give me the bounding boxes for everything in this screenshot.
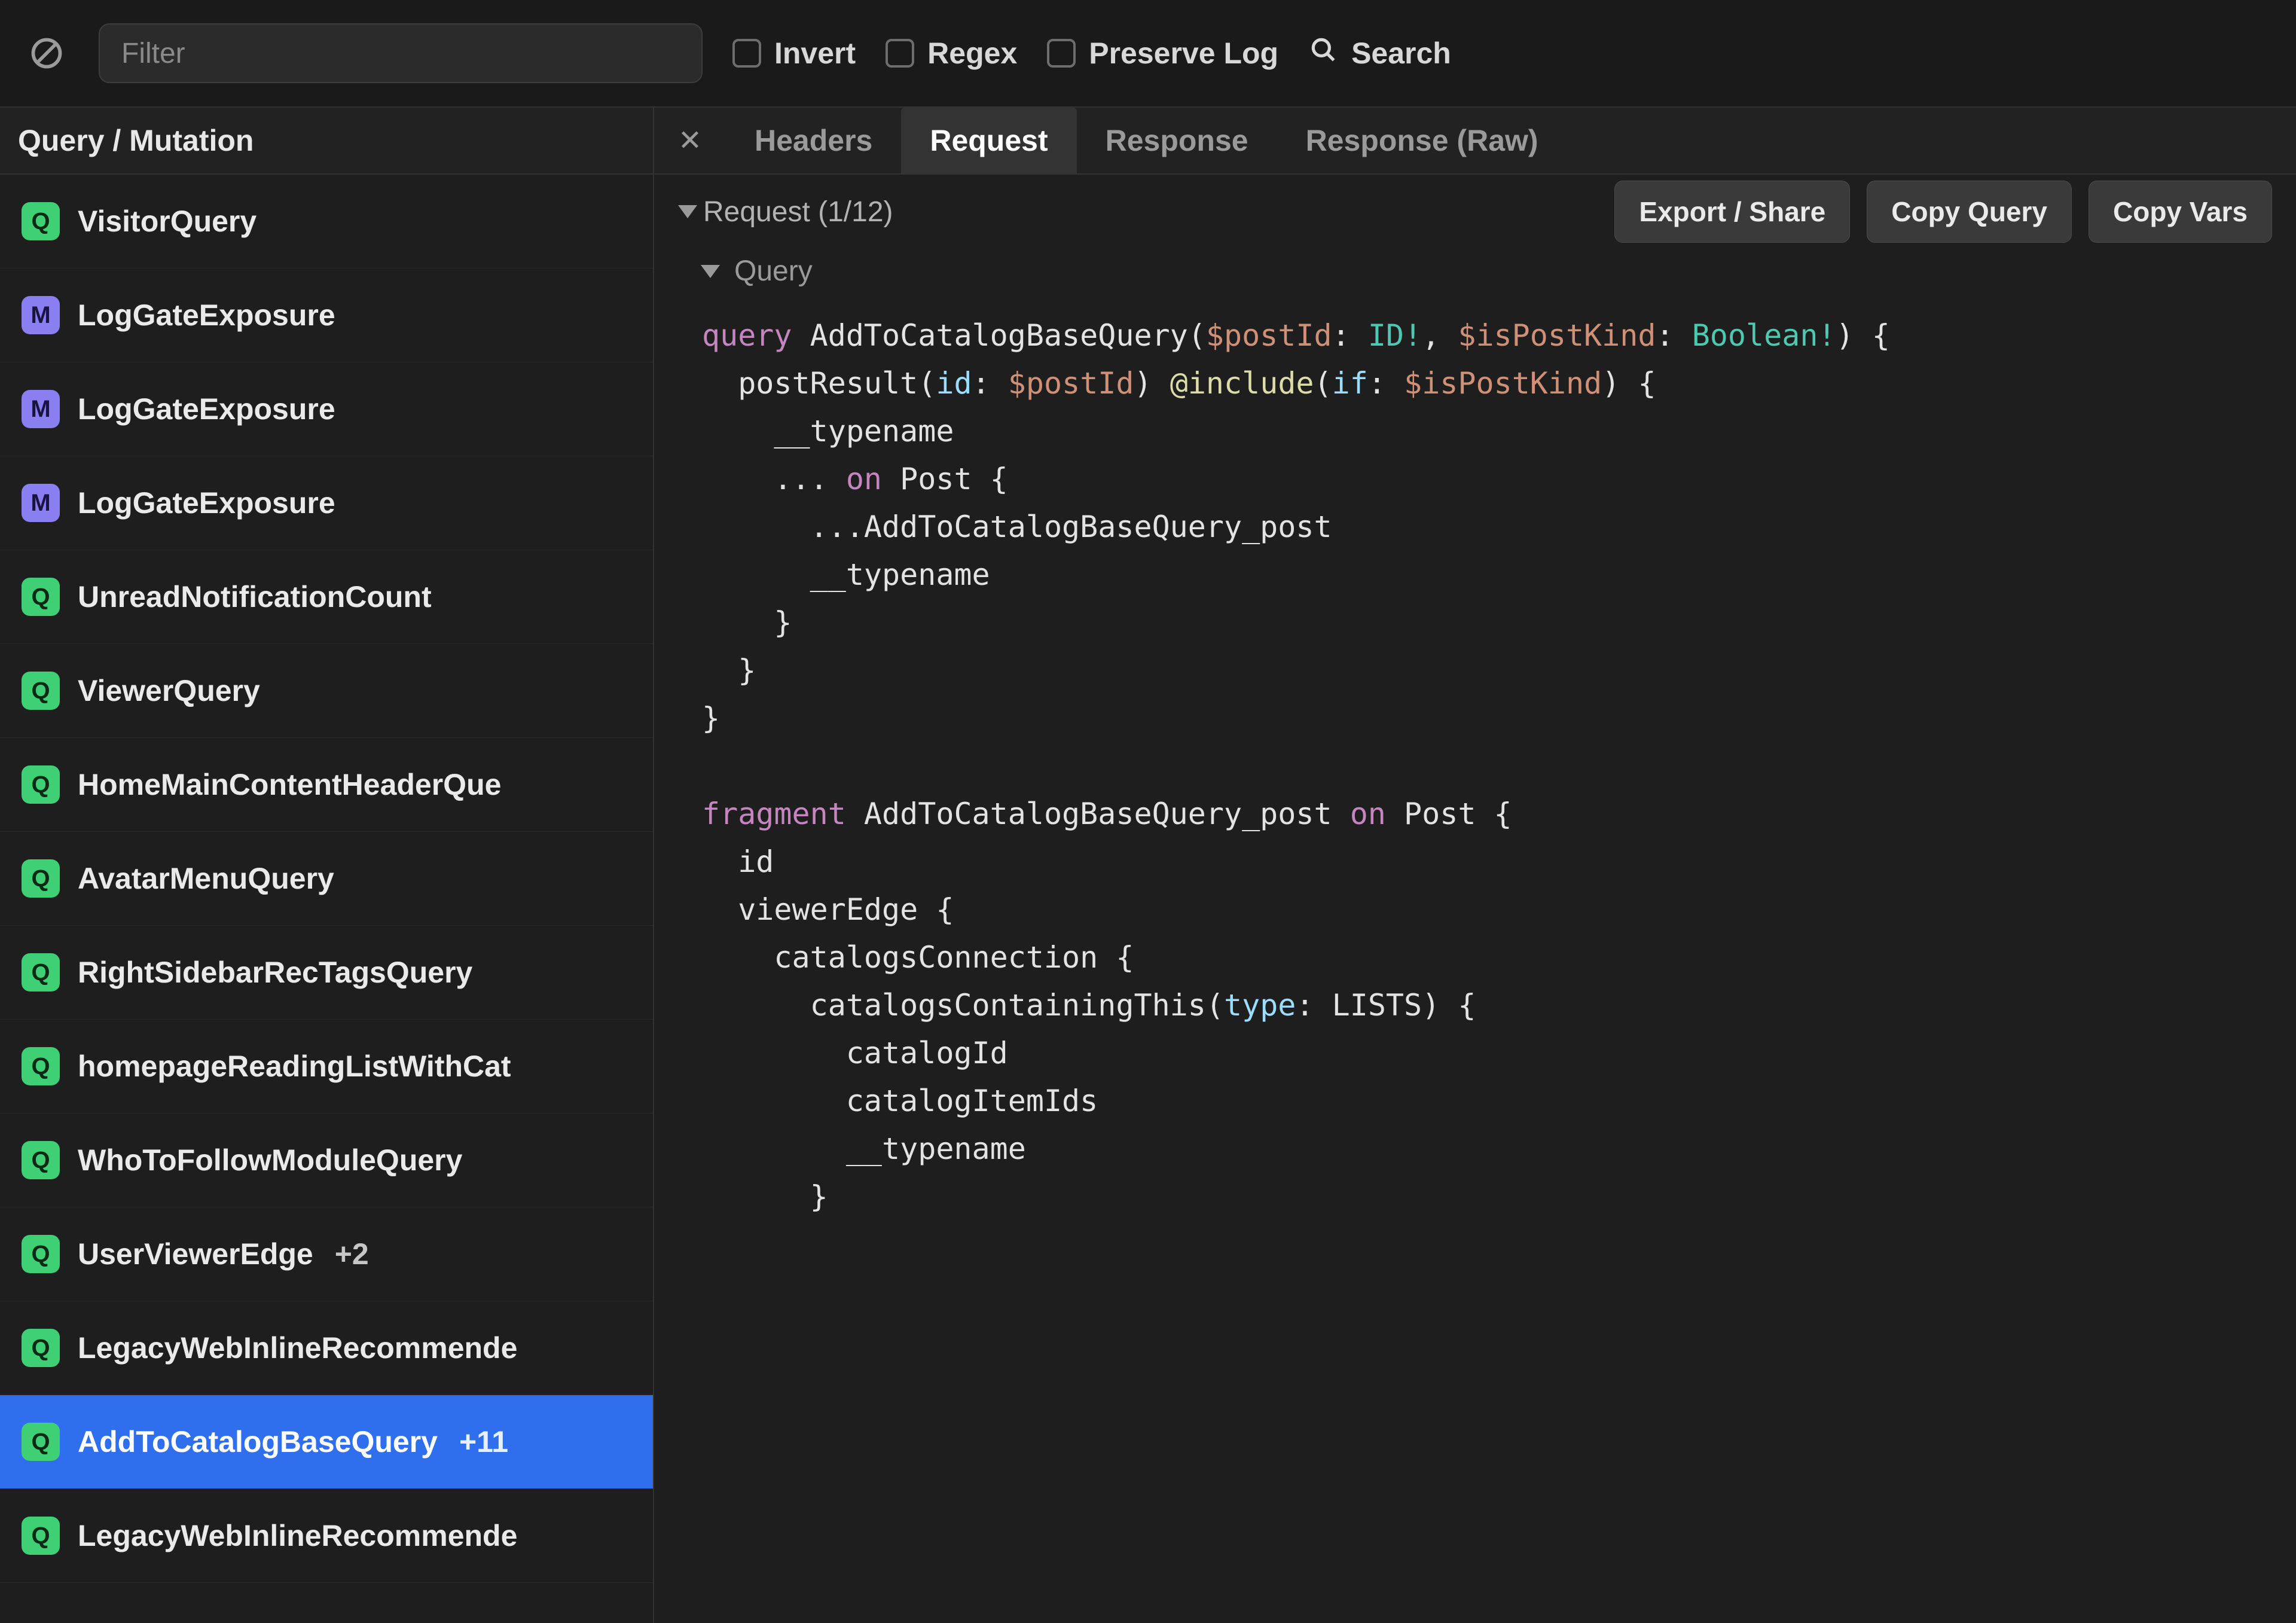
operation-label: LogGateExposure (78, 392, 335, 426)
request-header-bar: Request (1/12) Export / Share Copy Query… (654, 175, 2296, 249)
filter-input-wrapper[interactable] (99, 23, 703, 83)
mutation-badge-icon: M (22, 484, 60, 522)
copy-vars-button[interactable]: Copy Vars (2089, 181, 2272, 243)
operations-sidebar: Query / Mutation Q VisitorQuery M LogGateEx… (0, 108, 654, 1623)
operation-label: ViewerQuery (78, 673, 260, 708)
sidebar-header: Query / Mutation (0, 108, 653, 175)
invert-checkbox[interactable]: Invert (732, 36, 856, 71)
chevron-down-icon (678, 205, 697, 218)
detail-tabs: ✕ Headers Request Response Response (Raw… (654, 108, 2296, 175)
operation-label: WhoToFollowModuleQuery (78, 1143, 462, 1177)
sidebar-title: Query / Mutation (18, 123, 254, 158)
mutation-badge-icon: M (22, 390, 60, 428)
copy-query-button[interactable]: Copy Query (1867, 181, 2072, 243)
clear-icon[interactable] (24, 31, 69, 76)
list-item[interactable]: M LogGateExposure (0, 456, 653, 550)
toolbar: Invert Regex Preserve Log Search (0, 0, 2296, 108)
filter-input[interactable] (121, 37, 680, 70)
regex-checkbox[interactable]: Regex (886, 36, 1017, 71)
list-item[interactable]: Q AddToCatalogBaseQuery +11 (0, 1395, 653, 1489)
preserve-log-label: Preserve Log (1089, 36, 1278, 71)
operation-label: AddToCatalogBaseQuery (78, 1424, 438, 1459)
list-item[interactable]: Q VisitorQuery (0, 175, 653, 269)
checkbox-icon (732, 39, 761, 68)
operation-label: UserViewerEdge (78, 1237, 313, 1271)
operation-label: homepageReadingListWithCat (78, 1049, 511, 1084)
list-item[interactable]: Q LegacyWebInlineRecommende (0, 1489, 653, 1583)
close-icon[interactable]: ✕ (654, 108, 726, 173)
operation-label: UnreadNotificationCount (78, 579, 432, 614)
query-badge-icon: Q (22, 1235, 60, 1273)
tab-request[interactable]: Request (901, 108, 1076, 173)
list-item[interactable]: Q HomeMainContentHeaderQue (0, 738, 653, 832)
operation-label: LogGateExposure (78, 486, 335, 520)
detail-panel: ✕ Headers Request Response Response (Raw… (654, 108, 2296, 1623)
export-share-button[interactable]: Export / Share (1614, 181, 1850, 243)
invert-label: Invert (774, 36, 856, 71)
list-item[interactable]: QhomepageReadingListWithCat (0, 1020, 653, 1113)
query-badge-icon: Q (22, 953, 60, 992)
search-button[interactable]: Search (1308, 35, 1451, 72)
operation-label: AvatarMenuQuery (78, 861, 334, 896)
list-item[interactable]: Q UnreadNotificationCount (0, 550, 653, 644)
tab-headers[interactable]: Headers (726, 108, 901, 173)
query-badge-icon: Q (22, 859, 60, 898)
operation-count-badge: +11 (459, 1424, 508, 1459)
query-badge-icon: Q (22, 765, 60, 804)
operation-label: VisitorQuery (78, 204, 257, 239)
list-item[interactable]: M LogGateExposure (0, 269, 653, 362)
query-badge-icon: Q (22, 578, 60, 616)
operation-label: LogGateExposure (78, 298, 335, 332)
query-badge-icon: Q (22, 1423, 60, 1461)
operation-label: RightSidebarRecTagsQuery (78, 955, 472, 990)
query-badge-icon: Q (22, 202, 60, 240)
operation-count-badge: +2 (335, 1237, 369, 1271)
preserve-log-checkbox[interactable]: Preserve Log (1047, 36, 1278, 71)
search-icon (1308, 35, 1338, 72)
query-badge-icon: Q (22, 1329, 60, 1367)
query-code: query AddToCatalogBaseQuery($postId: ID!… (654, 306, 2296, 1244)
list-item[interactable]: Q UserViewerEdge +2 (0, 1207, 653, 1301)
checkbox-icon (1047, 39, 1076, 68)
chevron-down-icon (701, 265, 720, 278)
list-item[interactable]: Q WhoToFollowModuleQuery (0, 1113, 653, 1207)
operation-label: LegacyWebInlineRecommende (78, 1331, 517, 1365)
tab-response-raw[interactable]: Response (Raw) (1277, 108, 1567, 173)
list-item[interactable]: Q LegacyWebInlineRecommende (0, 1301, 653, 1395)
regex-label: Regex (927, 36, 1017, 71)
query-badge-icon: Q (22, 672, 60, 710)
operation-label: HomeMainContentHeaderQue (78, 767, 501, 802)
request-title[interactable]: Request (1/12) (678, 196, 893, 228)
operation-label: LegacyWebInlineRecommende (78, 1518, 517, 1553)
list-item[interactable]: Q AvatarMenuQuery (0, 832, 653, 926)
search-label: Search (1351, 36, 1451, 71)
query-section-header[interactable]: Query (654, 249, 2296, 306)
checkbox-icon (886, 39, 914, 68)
list-item[interactable]: Q ViewerQuery (0, 644, 653, 738)
list-item[interactable]: M LogGateExposure (0, 362, 653, 456)
tab-response[interactable]: Response (1077, 108, 1277, 173)
operations-list: Q VisitorQuery M LogGateExposure M LogGateExp… (0, 175, 653, 1623)
query-badge-icon: Q (22, 1517, 60, 1555)
query-badge-icon: Q (22, 1047, 60, 1085)
mutation-badge-icon: M (22, 296, 60, 334)
list-item[interactable]: Q RightSidebarRecTagsQuery (0, 926, 653, 1020)
query-badge-icon: Q (22, 1141, 60, 1179)
